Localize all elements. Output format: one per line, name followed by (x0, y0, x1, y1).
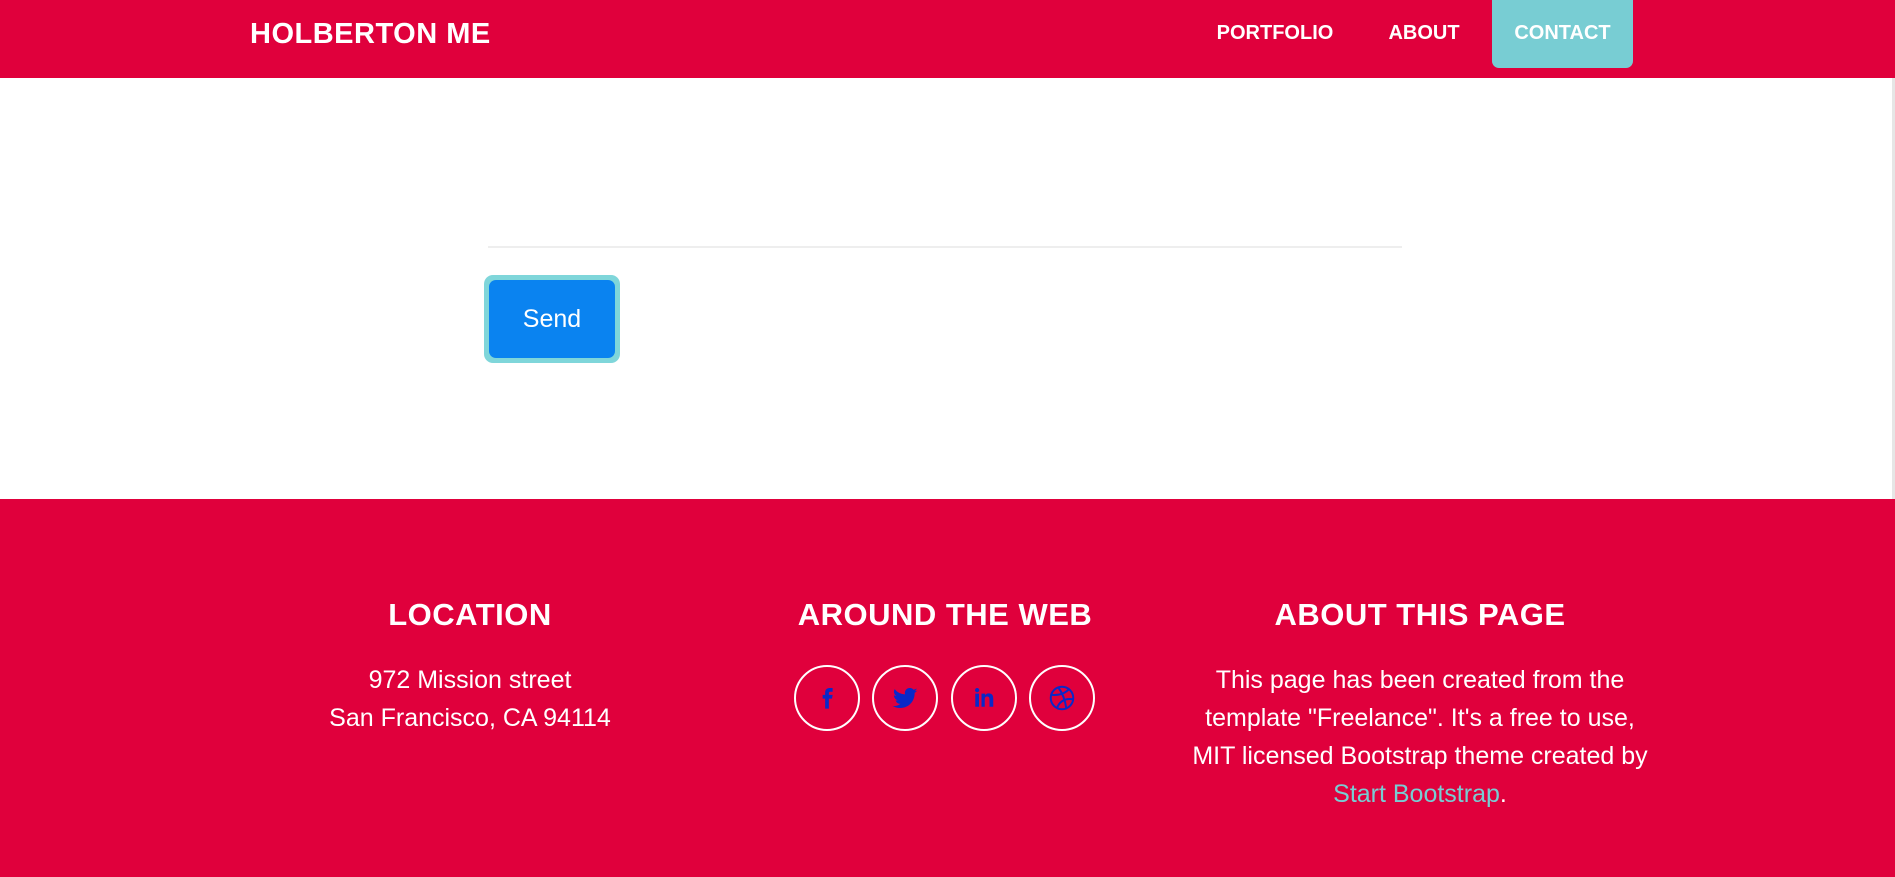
location-address: 972 Mission street San Francisco, CA 941… (240, 661, 700, 737)
send-button[interactable]: Send (489, 280, 615, 358)
footer-around-web: AROUND THE WEB (720, 595, 1170, 731)
nav-portfolio[interactable]: PORTFOLIO (1196, 0, 1354, 68)
location-title: LOCATION (388, 597, 552, 632)
about-text-body: This page has been created from the temp… (1192, 666, 1648, 770)
message-field-underline[interactable] (488, 246, 1402, 248)
linkedin-icon[interactable] (951, 665, 1017, 731)
footer-location: LOCATION 972 Mission street San Francisc… (240, 595, 700, 737)
footer: LOCATION 972 Mission street San Francisc… (0, 499, 1895, 877)
footer-about: ABOUT THIS PAGE This page has been creat… (1190, 595, 1650, 813)
send-button-focus-ring: Send (484, 275, 620, 363)
facebook-icon[interactable] (794, 665, 860, 731)
contact-section: Send (0, 78, 1895, 499)
brand-logo[interactable]: HOLBERTON ME (250, 14, 491, 54)
about-page-title: ABOUT THIS PAGE (1274, 597, 1566, 632)
about-text-period: . (1499, 780, 1507, 808)
dribbble-icon[interactable] (1029, 665, 1095, 731)
start-bootstrap-link[interactable]: Start Bootstrap (1333, 780, 1500, 808)
twitter-icon[interactable] (872, 665, 938, 731)
nav-contact[interactable]: CONTACT (1492, 0, 1633, 68)
nav-about[interactable]: ABOUT (1370, 0, 1478, 68)
around-web-title: AROUND THE WEB (797, 597, 1093, 632)
about-page-text: This page has been created from the temp… (1190, 661, 1650, 813)
navbar: HOLBERTON ME PORTFOLIO ABOUT CONTACT (0, 0, 1895, 78)
address-line-1: 972 Mission street (368, 666, 572, 694)
address-line-2: San Francisco, CA 94114 (329, 704, 611, 732)
